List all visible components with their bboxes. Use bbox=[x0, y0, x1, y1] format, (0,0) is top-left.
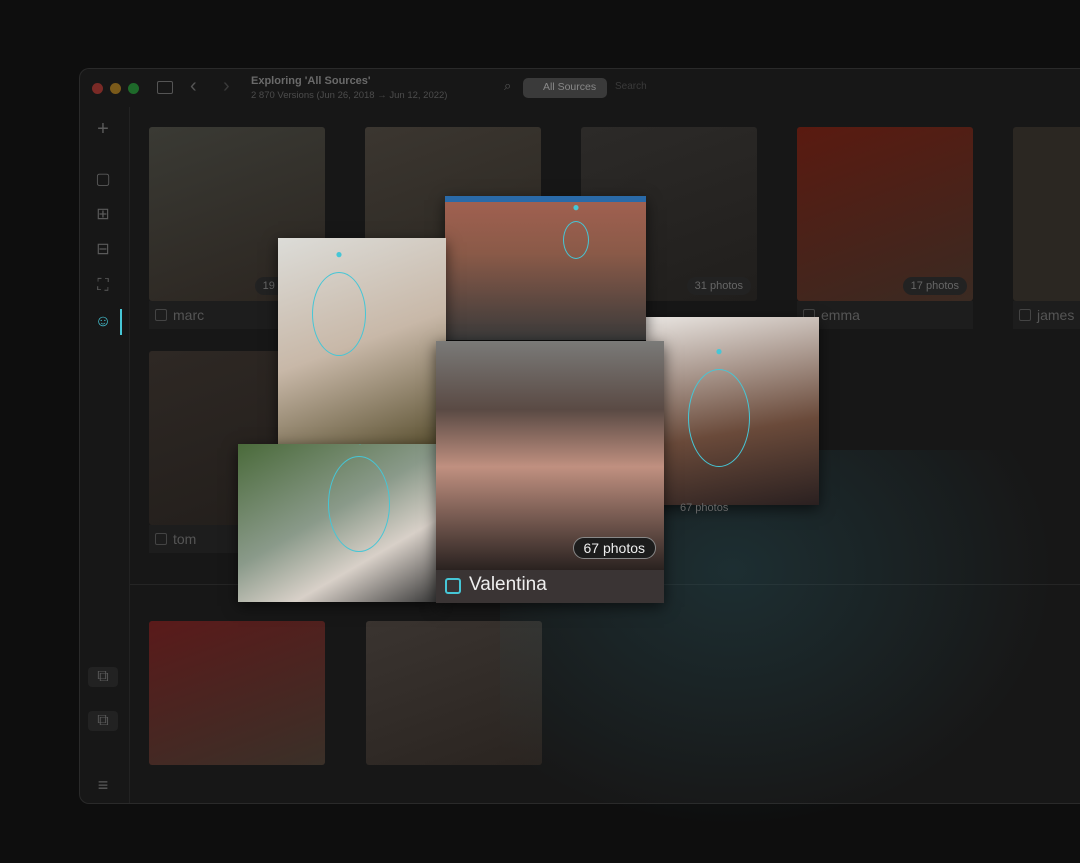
person-name[interactable]: james bbox=[1013, 301, 1080, 329]
face-outline bbox=[312, 272, 366, 356]
forward-icon[interactable]: › bbox=[223, 75, 230, 98]
titlebar: ‹ › Exploring 'All Sources' 2 870 Versio… bbox=[80, 69, 1080, 107]
sidebar-toggle-icon[interactable] bbox=[157, 81, 173, 94]
face-photo: ● bbox=[646, 317, 819, 505]
edit-icon[interactable] bbox=[445, 578, 461, 594]
people-icon[interactable]: ☺ bbox=[93, 312, 113, 332]
square-icon[interactable]: ▢ bbox=[93, 170, 113, 190]
album-add-icon[interactable]: ⊟ bbox=[93, 240, 113, 260]
active-indicator bbox=[120, 309, 122, 335]
window-title: Exploring 'All Sources' bbox=[251, 75, 371, 87]
person-pin-icon: ● bbox=[715, 344, 723, 358]
minimize-button[interactable] bbox=[110, 83, 121, 94]
face-photo: ● bbox=[238, 444, 436, 602]
back-icon[interactable]: ‹ bbox=[190, 75, 197, 98]
featured-photo bbox=[436, 341, 664, 570]
photo-count: 67 photos bbox=[680, 502, 729, 514]
photo-count: 17 photos bbox=[902, 277, 967, 295]
zoom-button[interactable] bbox=[128, 83, 139, 94]
search-input[interactable]: Search bbox=[615, 81, 647, 92]
sidebar: + ▢ ⊞ ⊟ ⛶ ☺ ⧉ ⧉ ≡ bbox=[80, 107, 130, 803]
close-button[interactable] bbox=[92, 83, 103, 94]
photo-count: 67 photos bbox=[572, 537, 656, 559]
source-button[interactable]: All Sources bbox=[523, 78, 607, 98]
person-pin-icon: ● bbox=[335, 247, 343, 261]
person-pin-icon: ● bbox=[572, 200, 580, 214]
grid-icon[interactable]: ⊞ bbox=[93, 205, 113, 225]
face-outline bbox=[328, 456, 390, 552]
face-outline bbox=[563, 221, 589, 259]
person-card[interactable]: james bbox=[1013, 127, 1080, 329]
map-icon[interactable]: ⛶ bbox=[93, 276, 113, 296]
person-name[interactable]: Valentina bbox=[469, 574, 547, 596]
person-pin-icon: ● bbox=[353, 444, 367, 448]
person-card[interactable]: 17 photos emma bbox=[797, 127, 973, 329]
person-card[interactable] bbox=[149, 621, 325, 765]
add-icon[interactable]: + bbox=[93, 119, 113, 139]
face-photo: ● bbox=[278, 238, 446, 445]
export-icon[interactable]: ⧉ bbox=[88, 711, 118, 731]
import-icon[interactable]: ⧉ bbox=[88, 667, 118, 687]
search-icon[interactable]: ⌕ bbox=[504, 78, 511, 94]
menu-icon[interactable]: ≡ bbox=[93, 775, 113, 795]
person-name[interactable]: emma bbox=[797, 301, 973, 329]
window-subtitle: 2 870 Versions (Jun 26, 2018 → Jun 12, 2… bbox=[251, 90, 448, 101]
face-photo: ● bbox=[445, 196, 646, 340]
photo-count: 31 photos bbox=[686, 277, 751, 295]
featured-person-card[interactable]: 67 photos Valentina bbox=[436, 341, 664, 603]
face-outline bbox=[688, 369, 750, 467]
